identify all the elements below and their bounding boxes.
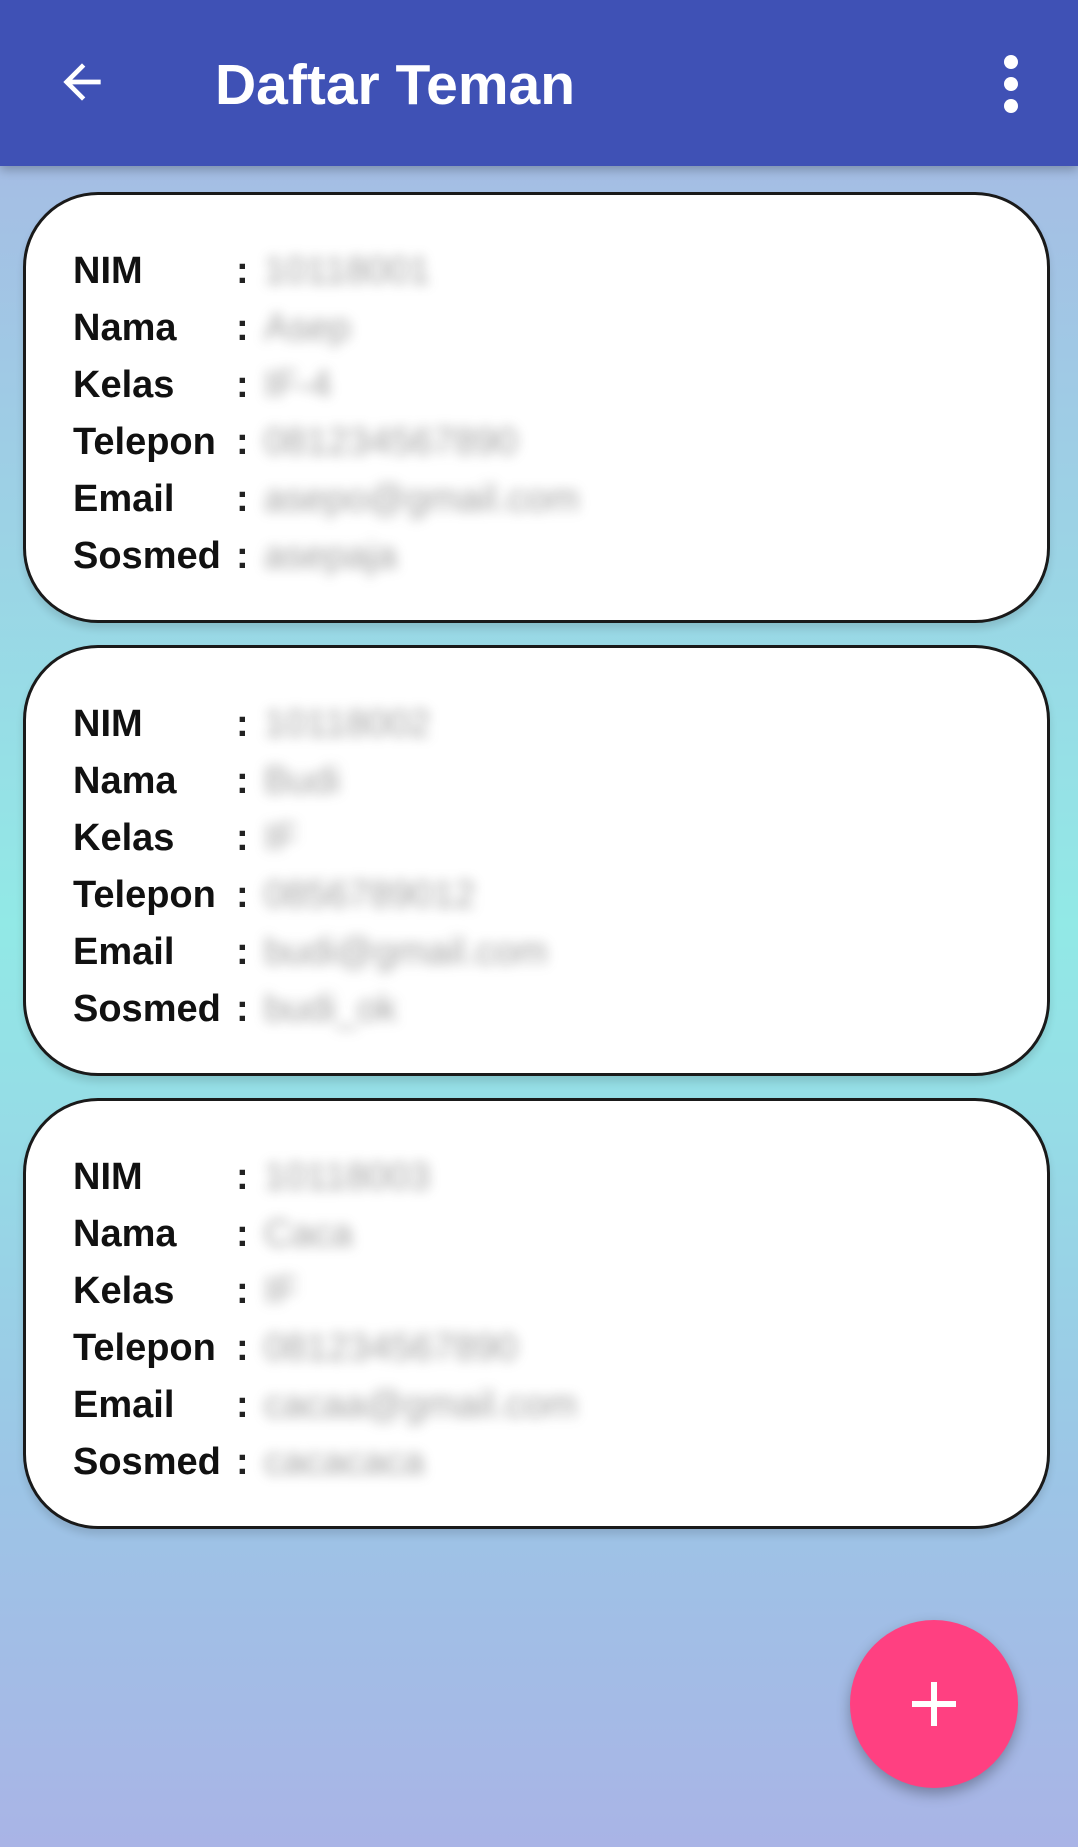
field-value: cacacaca: [264, 1440, 425, 1483]
field-label: Telepon: [73, 873, 216, 916]
telepon-row: Telepon : 081234567890: [73, 414, 518, 470]
field-label: Telepon: [73, 1326, 216, 1369]
add-friend-button[interactable]: [850, 1620, 1018, 1788]
plus-icon: [912, 1682, 956, 1726]
field-separator: :: [236, 759, 249, 802]
field-label: Telepon: [73, 420, 216, 463]
field-label: Email: [73, 930, 175, 973]
field-value: asepo@gmail.com: [264, 477, 580, 520]
email-row: Email : budi@gmail.com: [73, 924, 548, 980]
field-value: asepaja: [264, 534, 398, 577]
nama-row: Nama : Asep: [73, 300, 351, 356]
field-label: NIM: [73, 1155, 143, 1198]
field-label: Email: [73, 1383, 175, 1426]
overflow-menu-button[interactable]: [975, 42, 1047, 126]
field-value: Asep: [264, 306, 351, 349]
friend-card[interactable]: NIM : 10118002 Nama : Budi Kelas : IF Te…: [23, 645, 1050, 1076]
field-separator: :: [236, 363, 249, 406]
field-value: cacaa@gmail.com: [264, 1383, 578, 1426]
field-separator: :: [236, 1440, 249, 1483]
field-separator: :: [236, 1155, 249, 1198]
field-separator: :: [236, 987, 249, 1030]
field-value: IF-4: [264, 363, 332, 406]
field-value: 10118001: [264, 249, 431, 292]
field-label: Kelas: [73, 363, 175, 406]
field-separator: :: [236, 873, 249, 916]
field-value: budi@gmail.com: [264, 930, 548, 973]
field-value: 10118002: [264, 702, 431, 745]
field-separator: :: [236, 249, 249, 292]
more-vert-icon: [1004, 55, 1018, 113]
field-separator: :: [236, 1383, 249, 1426]
sosmed-row: Sosmed : asepaja: [73, 528, 397, 584]
telepon-row: Telepon : 0856789012: [73, 867, 475, 923]
app-bar: Daftar Teman: [0, 0, 1078, 166]
field-value: 081234567890: [264, 1326, 518, 1369]
field-label: Nama: [73, 306, 177, 349]
field-label: Email: [73, 477, 175, 520]
field-label: Nama: [73, 759, 177, 802]
field-label: Sosmed: [73, 987, 221, 1030]
field-separator: :: [236, 1269, 249, 1312]
field-label: Kelas: [73, 1269, 175, 1312]
field-value: 0856789012: [264, 873, 476, 916]
field-value: Budi: [264, 759, 341, 802]
telepon-row: Telepon : 081234567890: [73, 1320, 518, 1376]
field-label: Sosmed: [73, 1440, 221, 1483]
back-button[interactable]: [40, 40, 124, 124]
field-label: Kelas: [73, 816, 175, 859]
kelas-row: Kelas : IF: [73, 810, 298, 866]
field-label: NIM: [73, 702, 143, 745]
email-row: Email : asepo@gmail.com: [73, 471, 579, 527]
field-separator: :: [236, 420, 249, 463]
kelas-row: Kelas : IF-4: [73, 357, 332, 413]
field-value: budi_ok: [264, 987, 398, 1030]
kelas-row: Kelas : IF: [73, 1263, 298, 1319]
field-value: IF: [264, 1269, 298, 1312]
sosmed-row: Sosmed : budi_ok: [73, 981, 397, 1037]
friend-card[interactable]: NIM : 10118001 Nama : Asep Kelas : IF-4 …: [23, 192, 1050, 623]
field-value: Caca: [264, 1212, 353, 1255]
field-separator: :: [236, 477, 249, 520]
page-title: Daftar Teman: [215, 53, 576, 117]
field-separator: :: [236, 1326, 249, 1369]
field-value: 081234567890: [264, 420, 518, 463]
nama-row: Nama : Caca: [73, 1206, 353, 1262]
field-separator: :: [236, 306, 249, 349]
nim-row: NIM : 10118001: [73, 243, 430, 299]
nim-row: NIM : 10118003: [73, 1149, 430, 1205]
nim-row: NIM : 10118002: [73, 696, 430, 752]
field-separator: :: [236, 930, 249, 973]
arrow-back-icon: [63, 63, 101, 101]
field-label: NIM: [73, 249, 143, 292]
field-label: Nama: [73, 1212, 177, 1255]
field-separator: :: [236, 1212, 249, 1255]
field-separator: :: [236, 534, 249, 577]
field-label: Sosmed: [73, 534, 221, 577]
friend-card[interactable]: NIM : 10118003 Nama : Caca Kelas : IF Te…: [23, 1098, 1050, 1529]
field-value: 10118003: [264, 1155, 431, 1198]
field-separator: :: [236, 816, 249, 859]
email-row: Email : cacaa@gmail.com: [73, 1377, 577, 1433]
nama-row: Nama : Budi: [73, 753, 340, 809]
field-value: IF: [264, 816, 298, 859]
field-separator: :: [236, 702, 249, 745]
sosmed-row: Sosmed : cacacaca: [73, 1434, 425, 1490]
